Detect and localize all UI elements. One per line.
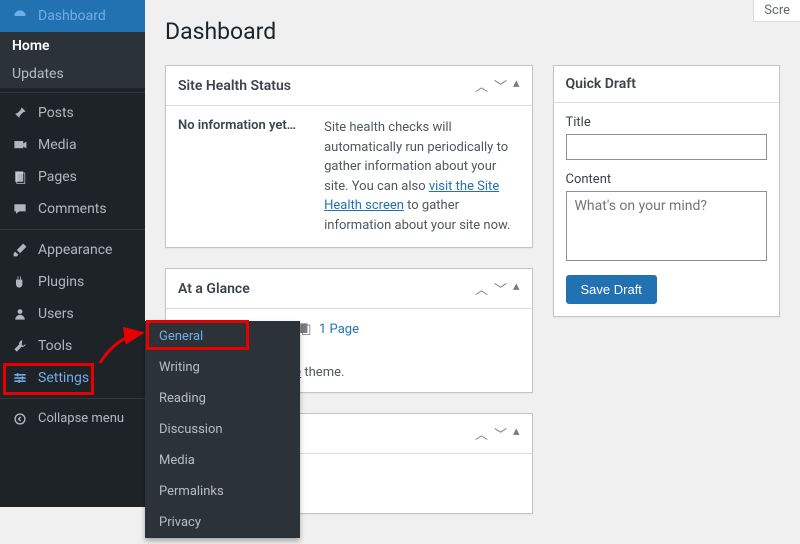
pin-icon [10, 105, 30, 121]
pages-icon [10, 169, 30, 185]
sidebar-label: Plugins [38, 274, 84, 290]
save-draft-button[interactable]: Save Draft [566, 275, 657, 304]
settings-flyout-menu: General Writing Reading Discussion Media… [145, 321, 300, 538]
chevron-down-icon[interactable]: ﹀ [494, 279, 507, 298]
sidebar-item-appearance[interactable]: Appearance [0, 234, 145, 266]
chevron-down-icon[interactable]: ﹀ [494, 76, 507, 95]
draft-content-label: Content [566, 172, 768, 187]
chevron-up-icon[interactable]: ︿ [475, 76, 488, 95]
flyout-item-general[interactable]: General [145, 321, 300, 352]
caret-up-icon[interactable]: ▴ [513, 279, 520, 298]
comments-icon [10, 201, 30, 217]
draft-title-label: Title [566, 115, 768, 130]
quick-draft-widget: Quick Draft Title Content Save Draft [553, 65, 781, 317]
caret-up-icon[interactable]: ▴ [513, 76, 520, 95]
flyout-item-writing[interactable]: Writing [145, 352, 300, 383]
separator [0, 229, 145, 230]
flyout-item-media[interactable]: Media [145, 445, 300, 476]
sidebar-submenu-dashboard: Home Updates [0, 32, 145, 88]
sidebar-label: Dashboard [38, 8, 106, 24]
draft-content-textarea[interactable] [566, 191, 768, 261]
collapse-icon [10, 412, 30, 426]
sidebar-subitem-updates[interactable]: Updates [0, 60, 145, 88]
glance-page-link[interactable]: 1 Page [297, 321, 359, 337]
plugin-icon [10, 274, 30, 290]
admin-sidebar: Dashboard Home Updates Posts Media Pages… [0, 0, 145, 507]
flyout-item-reading[interactable]: Reading [145, 383, 300, 414]
sidebar-subitem-home[interactable]: Home [0, 32, 145, 60]
sidebar-label: Collapse menu [38, 411, 124, 426]
sidebar-label: Appearance [38, 242, 112, 258]
site-health-widget: Site Health Status ︿ ﹀ ▴ No information … [165, 65, 533, 248]
sidebar-collapse-button[interactable]: Collapse menu [0, 403, 145, 434]
sidebar-label: Media [38, 137, 77, 153]
sidebar-label: Pages [38, 169, 77, 185]
chevron-up-icon[interactable]: ︿ [475, 424, 488, 443]
sidebar-item-media[interactable]: Media [0, 129, 145, 161]
separator [0, 398, 145, 399]
settings-icon [10, 370, 30, 386]
site-health-status-text: No information yet… [178, 118, 296, 235]
draft-title-input[interactable] [566, 134, 768, 160]
screen-options-button[interactable]: Scre [753, 0, 800, 22]
widget-title: Quick Draft [566, 76, 768, 92]
flyout-item-privacy[interactable]: Privacy [145, 507, 300, 538]
widget-title: At a Glance [178, 281, 475, 297]
sidebar-item-tools[interactable]: Tools [0, 330, 145, 362]
sidebar-label: Users [38, 306, 74, 322]
caret-up-icon[interactable]: ▴ [513, 424, 520, 443]
sidebar-label: Settings [38, 370, 89, 386]
flyout-item-permalinks[interactable]: Permalinks [145, 476, 300, 507]
page-title: Dashboard [165, 18, 780, 45]
widget-title: Site Health Status [178, 78, 475, 94]
tools-icon [10, 338, 30, 354]
sidebar-item-pages[interactable]: Pages [0, 161, 145, 193]
chevron-down-icon[interactable]: ﹀ [494, 424, 507, 443]
separator [0, 92, 145, 93]
users-icon [10, 306, 30, 322]
sidebar-label: Posts [38, 105, 74, 121]
sidebar-item-users[interactable]: Users [0, 298, 145, 330]
sidebar-item-posts[interactable]: Posts [0, 97, 145, 129]
chevron-up-icon[interactable]: ︿ [475, 279, 488, 298]
site-health-message: Site health checks will automatically ru… [324, 118, 519, 235]
sidebar-item-dashboard[interactable]: Dashboard [0, 0, 145, 32]
brush-icon [10, 242, 30, 258]
media-icon [10, 137, 30, 153]
dashboard-icon [10, 8, 30, 24]
flyout-item-discussion[interactable]: Discussion [145, 414, 300, 445]
sidebar-label: Tools [38, 338, 72, 354]
sidebar-item-comments[interactable]: Comments [0, 193, 145, 225]
sidebar-label: Comments [38, 201, 107, 217]
sidebar-item-settings[interactable]: Settings [0, 362, 145, 394]
sidebar-item-plugins[interactable]: Plugins [0, 266, 145, 298]
